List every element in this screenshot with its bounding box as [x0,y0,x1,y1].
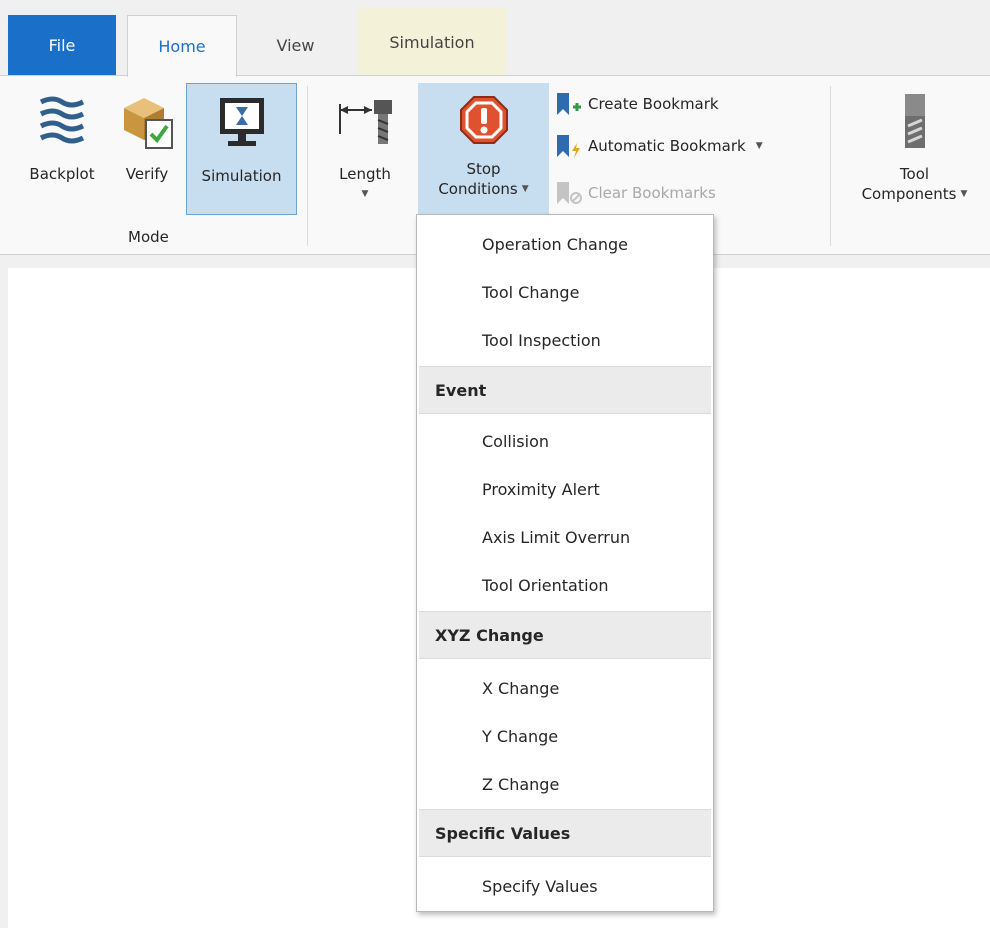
stop-conditions-button[interactable]: Stop Conditions ▼ [418,83,549,215]
stop-conditions-menu: Operation Change Tool Change Tool Inspec… [416,214,714,912]
clear-bookmarks-label: Clear Bookmarks [588,184,716,202]
chevron-down-icon: ▼ [960,189,968,199]
tab-view[interactable]: View [243,15,348,76]
length-label: Length [339,165,391,183]
menu-item-proximity-alert[interactable]: Proximity Alert [417,465,713,513]
monitor-icon [219,98,264,146]
stop-icon [459,96,508,144]
automatic-bookmark-button[interactable]: Automatic Bookmark ▼ [552,131,763,161]
mode-group-label: Mode [128,228,169,246]
tab-file[interactable]: File [8,15,116,76]
menu-header-specific-values: Specific Values [419,809,711,857]
menu-item-tool-inspection[interactable]: Tool Inspection [417,316,713,364]
ribbon-tab-strip: File Home View Simulation [0,0,990,77]
simulation-button[interactable]: Simulation [186,83,297,215]
group-divider [307,86,308,246]
backplot-button[interactable]: Backplot [18,88,106,216]
menu-item-axis-limit-overrun[interactable]: Axis Limit Overrun [417,513,713,561]
tool-components-button[interactable]: Tool Components ▼ [842,88,987,216]
end-mill-icon [904,94,925,148]
tool-components-line2-row: Components ▼ [862,184,968,204]
tool-components-line2: Components [861,185,957,203]
tool-length-icon [339,100,392,144]
tool-components-line1: Tool [899,165,930,183]
menu-item-collision[interactable]: Collision [417,417,713,465]
menu-item-z-change[interactable]: Z Change [417,760,713,808]
chevron-down-icon: ▼ [521,184,529,194]
create-bookmark-label: Create Bookmark [588,95,719,113]
automatic-bookmark-label: Automatic Bookmark [588,137,746,155]
stop-label-line2-row: Conditions ▼ [438,179,528,199]
backplot-icon [39,96,85,144]
menu-header-event: Event [419,366,711,414]
menu-item-x-change[interactable]: X Change [417,664,713,712]
chevron-down-icon: ▼ [755,141,763,151]
group-divider [830,86,831,246]
chevron-down-icon: ▼ [361,189,369,199]
menu-item-tool-orientation[interactable]: Tool Orientation [417,561,713,609]
bookmark-add-icon [552,90,584,118]
verify-button[interactable]: Verify [112,88,182,216]
backplot-label: Backplot [29,165,95,183]
verify-label: Verify [125,165,169,183]
bookmark-auto-icon [552,132,584,160]
bookmark-clear-icon [552,179,584,207]
tab-simulation[interactable]: Simulation [358,8,506,76]
length-button[interactable]: Length ▼ [322,88,408,216]
menu-item-tool-change[interactable]: Tool Change [417,268,713,316]
create-bookmark-button[interactable]: Create Bookmark [552,89,719,119]
menu-item-specify-values[interactable]: Specify Values [417,862,713,910]
tab-home[interactable]: Home [127,15,237,77]
menu-header-xyz-change: XYZ Change [419,611,711,659]
stop-label-line1: Stop [466,160,501,178]
menu-item-operation-change[interactable]: Operation Change [417,220,713,268]
stop-label-line2: Conditions [438,180,518,198]
clear-bookmarks-button[interactable]: Clear Bookmarks [552,178,716,208]
verify-icon [124,98,173,149]
menu-item-y-change[interactable]: Y Change [417,712,713,760]
simulation-label: Simulation [201,167,282,185]
